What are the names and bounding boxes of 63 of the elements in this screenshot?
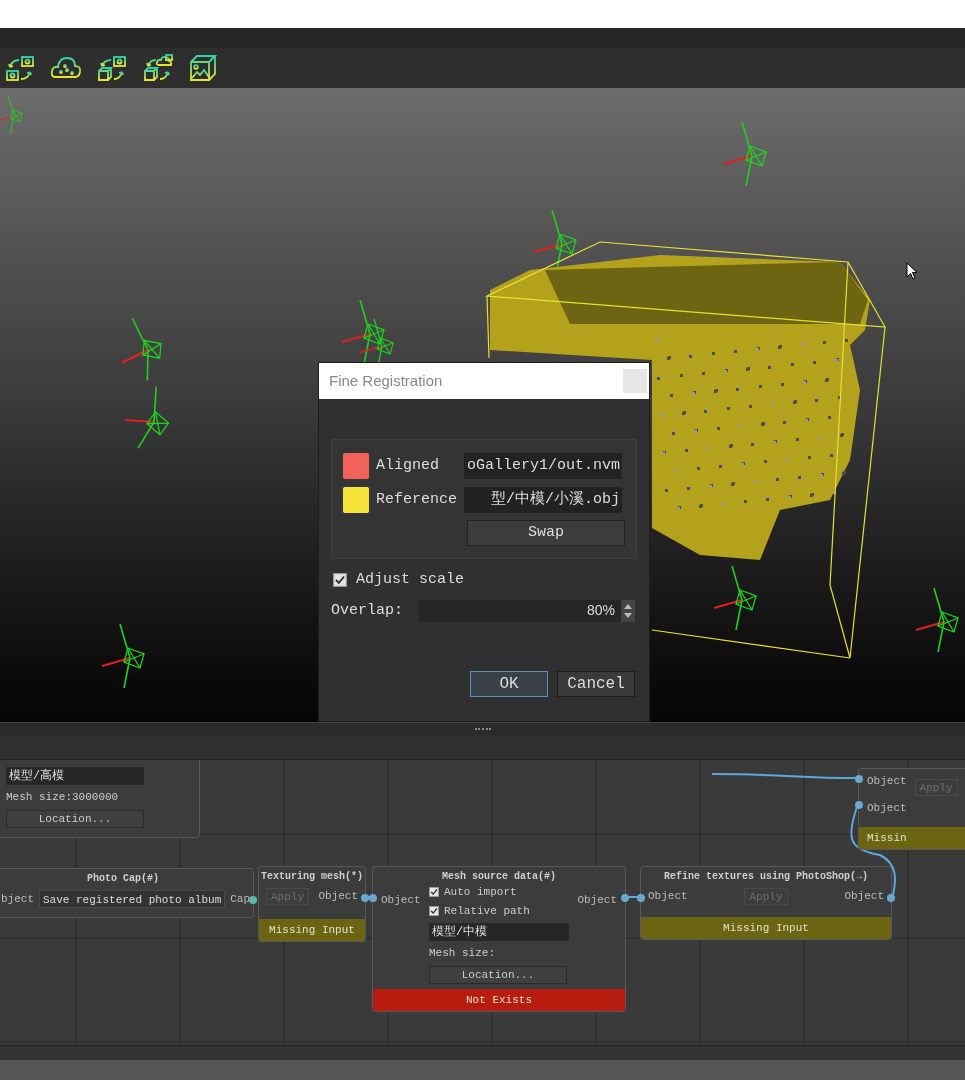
overlap-spinbox[interactable]: 80%: [419, 599, 635, 622]
node-status: Missin: [859, 827, 965, 849]
port-label: Object: [867, 800, 907, 816]
camera-marker: [915, 587, 959, 653]
node-status: Not Exists: [373, 989, 625, 1011]
port-label: bject: [1, 891, 34, 907]
port-handle[interactable]: [855, 775, 863, 783]
3d-viewport[interactable]: Fine Registration Aligned oGallery1/out.nvm Reference 型/中模/小溪.obj Swap Adjust scale Overlap: 80% OK Cancel: [0, 88, 965, 722]
checkbox[interactable]: [429, 887, 439, 898]
node-title: Mesh source data(#): [441, 870, 557, 884]
checkbox-label: Adjust scale: [356, 570, 465, 590]
graph-node[interactable]: Mesh source data(#) Object Auto import Relative path 模型/中模 Mesh size: Location... Object Not Exists: [372, 866, 626, 1012]
node-status: Missing Input: [641, 917, 891, 939]
mesh-size-label: Mesh size:3000000: [6, 790, 120, 805]
path-field[interactable]: 模型/高模: [6, 767, 144, 785]
spin-arrows-icon[interactable]: [621, 599, 635, 622]
dialog-button[interactable]: OK: [470, 671, 548, 697]
port-label: Cap: [230, 891, 251, 907]
node-title: Refine textures using PhotoShop(→): [662, 870, 869, 884]
graph-node[interactable]: Photo Cap(#) bject Save registered photo album Cap: [0, 868, 254, 918]
item-label: Aligned: [376, 455, 440, 476]
spinbox-value: 80%: [585, 601, 616, 621]
camera-marker: [341, 299, 385, 365]
port-label: Object: [867, 774, 907, 789]
port-label: Object: [577, 893, 617, 908]
dialog-title: Fine Registration: [329, 370, 443, 391]
cloud-cube-icon[interactable]: [142, 52, 174, 84]
mesh-size-label: Mesh size:: [429, 946, 496, 961]
port-handle[interactable]: [855, 801, 863, 809]
camera-marker: [123, 385, 170, 449]
port-label: Object: [844, 889, 884, 905]
path-field[interactable]: 模型/中模: [429, 923, 569, 941]
dialog-button[interactable]: Cancel: [557, 671, 635, 697]
port-label: Object: [648, 889, 688, 905]
splitter-handle[interactable]: [474, 728, 491, 730]
checkbox-label: Relative path: [444, 903, 530, 919]
camera-marker: [101, 623, 145, 689]
camera-marker: [0, 95, 23, 135]
graph-node[interactable]: 模型/高模 Mesh size:3000000 Location...: [0, 760, 200, 838]
port-handle[interactable]: [887, 894, 895, 902]
field-label: Overlap:: [331, 600, 404, 621]
port-handle[interactable]: [249, 896, 257, 904]
item-label: Reference: [376, 489, 458, 510]
node-graph-canvas[interactable]: [0, 760, 965, 1045]
checkbox-label: Auto import: [444, 885, 517, 900]
camera-marker: [723, 121, 767, 187]
location-button[interactable]: Location...: [429, 965, 567, 984]
camera-marker: [120, 317, 162, 382]
node-title: Photo Cap(#): [86, 872, 160, 886]
port-label: Object: [318, 889, 358, 905]
checkbox[interactable]: [429, 905, 439, 916]
path-field[interactable]: oGallery1/out.nvm: [464, 453, 622, 479]
port-label: Object: [381, 893, 421, 908]
camera-marker: [713, 565, 757, 631]
checkbox[interactable]: [333, 573, 347, 588]
path-field[interactable]: 型/中模/小溪.obj: [464, 487, 622, 513]
image-cube-icon[interactable]: [188, 53, 218, 83]
node-title: Texturing mesh(*): [260, 870, 364, 884]
album-field[interactable]: Save registered photo album: [39, 890, 226, 908]
swap-button[interactable]: Swap: [467, 520, 625, 546]
node-status: Missing Input: [259, 919, 365, 941]
mouse-pointer-icon: [906, 262, 918, 280]
location-button[interactable]: Location...: [6, 809, 144, 828]
